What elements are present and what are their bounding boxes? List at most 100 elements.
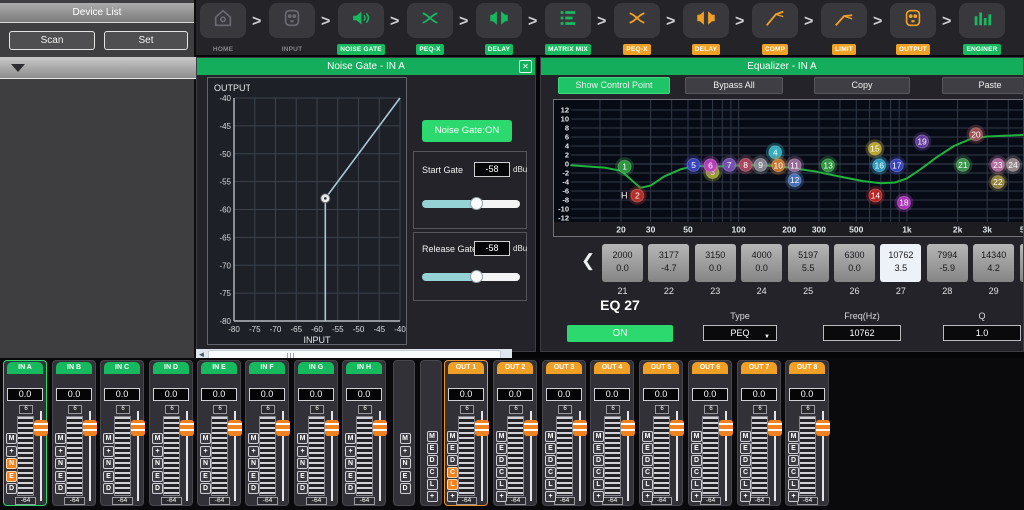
channel-gain-value[interactable]: 0.0	[643, 388, 679, 401]
eq-control-point-16[interactable]: 16	[870, 156, 889, 175]
channel-button-m[interactable]: M	[152, 433, 163, 444]
channel-button-e[interactable]: E	[642, 443, 653, 454]
channel-button-e[interactable]: E	[297, 471, 308, 482]
eq-on-button[interactable]: ON	[567, 325, 673, 342]
start-gate-slider-knob[interactable]	[470, 197, 483, 210]
scan-button[interactable]: Scan	[9, 31, 95, 50]
channel-button-plus[interactable]: +	[740, 491, 751, 502]
channel-button-l[interactable]: L	[691, 479, 702, 490]
channel-button-m[interactable]: M	[6, 433, 17, 444]
channel-button-d[interactable]: D	[55, 483, 66, 494]
channel-button-n[interactable]: N	[400, 458, 411, 469]
fader-handle[interactable]	[83, 420, 97, 436]
close-icon[interactable]: ✕	[519, 60, 532, 73]
eq-control-point-13[interactable]: 13	[819, 156, 838, 175]
toolbar-item-matrix-mix[interactable]: MATRIX MIX	[541, 3, 595, 56]
channel-button-d[interactable]: D	[691, 455, 702, 466]
eq-q-field[interactable]: 1.0	[943, 325, 1021, 341]
channel-gain-value[interactable]: 0.0	[7, 388, 43, 401]
channel-button-d[interactable]: D	[345, 483, 356, 494]
channel-button-c[interactable]: C	[642, 467, 653, 478]
fader-handle[interactable]	[475, 420, 489, 436]
channel-button-e[interactable]: E	[248, 471, 259, 482]
channel-button-d[interactable]: D	[788, 455, 799, 466]
channel-button-d[interactable]: D	[593, 455, 604, 466]
copy-button[interactable]: Copy	[814, 77, 910, 94]
channel-strip-in-g[interactable]: IN G0.06-64M+NED	[294, 360, 338, 506]
bypass-all-button[interactable]: Bypass All	[685, 77, 783, 94]
channel-gain-value[interactable]: 0.0	[201, 388, 237, 401]
channel-button-m[interactable]: M	[427, 431, 438, 442]
eq-control-point-9[interactable]: 9	[751, 155, 770, 174]
channel-gain-value[interactable]: 0.0	[789, 388, 825, 401]
channel-button-plus[interactable]: +	[545, 491, 556, 502]
channel-gain-value[interactable]: 0.0	[56, 388, 92, 401]
channel-strip-in-b[interactable]: IN B0.06-64M+NED	[52, 360, 96, 506]
toolbar-item-delay[interactable]: DELAY	[472, 3, 526, 56]
channel-button-m[interactable]: M	[55, 433, 66, 444]
channel-button-d[interactable]: D	[248, 483, 259, 494]
eq-band-cell-22[interactable]: 3177 -4.7	[648, 244, 689, 282]
channel-strip-out-8[interactable]: OUT 80.06-64MEDCL+	[785, 360, 829, 506]
channel-button-plus[interactable]: +	[297, 446, 308, 457]
start-gate-value[interactable]: -58	[474, 162, 510, 177]
channel-strip-out-2[interactable]: OUT 20.06-64MEDCL+	[493, 360, 537, 506]
channel-button-m[interactable]: M	[447, 431, 458, 442]
channel-button-plus[interactable]: +	[152, 446, 163, 457]
channel-button-e[interactable]: E	[427, 443, 438, 454]
channel-button-m[interactable]: M	[345, 433, 356, 444]
channel-button-e[interactable]: E	[593, 443, 604, 454]
channel-button-plus[interactable]: +	[427, 491, 438, 502]
channel-button-e[interactable]: E	[55, 471, 66, 482]
toolbar-item-enginer[interactable]: ENGINER	[955, 3, 1009, 56]
channel-button-d[interactable]: D	[740, 455, 751, 466]
channel-button-d[interactable]: D	[400, 483, 411, 494]
eq-control-point-1[interactable]: 1	[615, 157, 634, 176]
channel-button-n[interactable]: N	[152, 458, 163, 469]
eq-band-cell-21[interactable]: 2000 0.0	[602, 244, 643, 282]
channel-strip-in-c[interactable]: IN C0.06-64M+NED	[100, 360, 144, 506]
channel-strip-out-3[interactable]: OUT 30.06-64MEDCL+	[542, 360, 586, 506]
equalizer-graph[interactable]: 121086420-2-4-6-8-10-1220305010020030050…	[553, 99, 1024, 237]
channel-gain-value[interactable]: 0.0	[546, 388, 582, 401]
channel-button-m[interactable]: M	[248, 433, 259, 444]
channel-button-d[interactable]: D	[642, 455, 653, 466]
paste-button[interactable]: Paste	[942, 77, 1024, 94]
channel-header[interactable]: IN E	[201, 362, 237, 374]
channel-header[interactable]: IN A	[7, 362, 43, 374]
release-gate-slider[interactable]	[422, 273, 520, 281]
channel-gain-value[interactable]: 0.0	[153, 388, 189, 401]
channel-button-d[interactable]: D	[103, 483, 114, 494]
eq-control-point-12[interactable]: 12	[785, 171, 804, 190]
channel-header[interactable]: OUT 7	[741, 362, 777, 374]
channel-button-plus[interactable]: +	[248, 446, 259, 457]
channel-header[interactable]: IN H	[346, 362, 382, 374]
channel-button-m[interactable]: M	[545, 431, 556, 442]
fader-handle[interactable]	[180, 420, 194, 436]
channel-button-m[interactable]: M	[691, 431, 702, 442]
eq-control-point-5[interactable]: 5	[684, 155, 703, 174]
channel-gain-value[interactable]: 0.0	[741, 388, 777, 401]
eq-control-point-24[interactable]: 24	[1004, 155, 1023, 174]
fader-handle[interactable]	[524, 420, 538, 436]
eq-control-point-15[interactable]: 15	[865, 139, 884, 158]
channel-button-d[interactable]: D	[545, 455, 556, 466]
channel-strip-in-h[interactable]: IN H0.06-64M+NED	[342, 360, 386, 506]
channel-strip-in-a[interactable]: IN A0.06-64M+NED	[3, 360, 47, 506]
toolbar-item-peq-x[interactable]: PEQ-X	[403, 3, 457, 56]
channel-header[interactable]: IN D	[153, 362, 189, 374]
channel-button-d[interactable]: D	[427, 455, 438, 466]
channel-button-e[interactable]: E	[740, 443, 751, 454]
channel-button-e[interactable]: E	[200, 471, 211, 482]
channel-button-e[interactable]: E	[691, 443, 702, 454]
channel-header[interactable]: OUT 5	[643, 362, 679, 374]
show-control-point-button[interactable]: Show Control Point	[558, 77, 670, 94]
channel-button-c[interactable]: C	[788, 467, 799, 478]
noise-gate-on-button[interactable]: Noise Gate:ON	[422, 120, 512, 142]
eq-control-point-10[interactable]: 10	[769, 156, 788, 175]
fader-handle[interactable]	[670, 420, 684, 436]
channel-gain-value[interactable]: 0.0	[448, 388, 484, 401]
channel-button-n[interactable]: N	[345, 458, 356, 469]
fader-handle[interactable]	[816, 420, 830, 436]
channel-strip-in-f[interactable]: IN F0.06-64M+NED	[245, 360, 289, 506]
